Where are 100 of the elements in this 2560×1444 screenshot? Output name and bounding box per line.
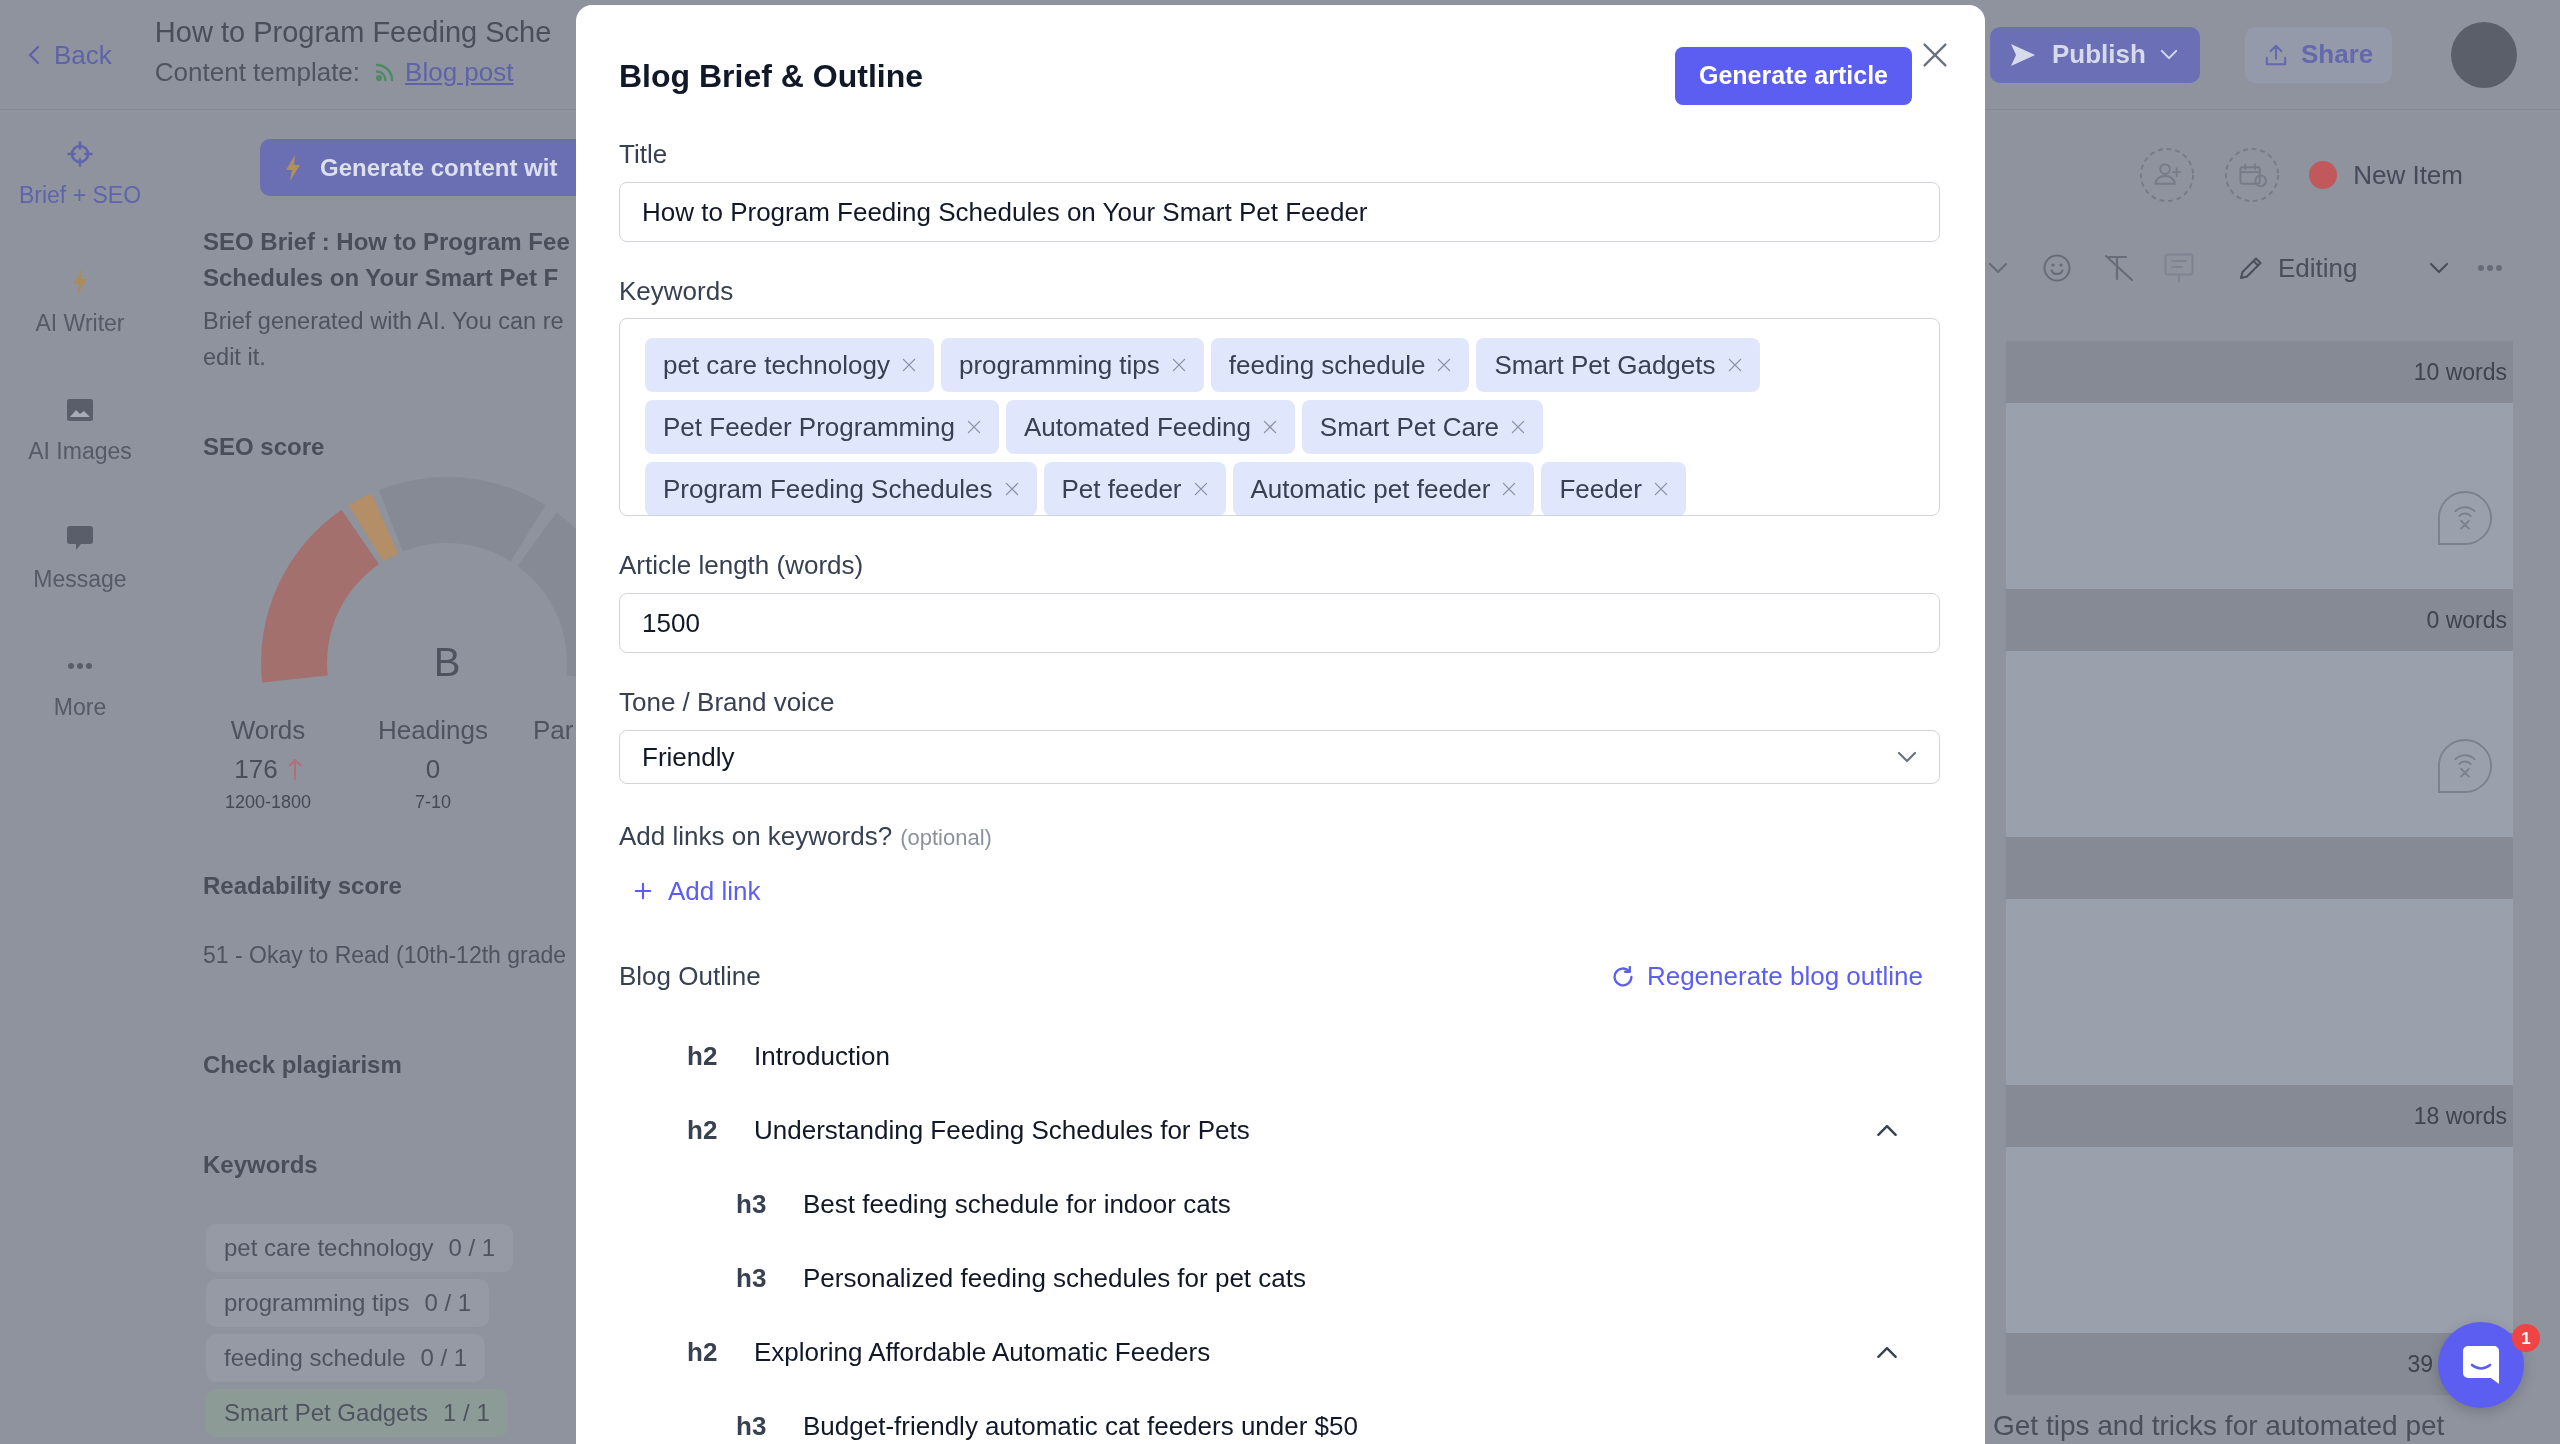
upload-icon	[2265, 43, 2287, 66]
refresh-icon	[1612, 965, 1633, 987]
close-icon[interactable]	[1437, 358, 1452, 372]
section-heading: SEO score	[203, 432, 325, 462]
keyword-input[interactable]: pet care technology programming tips feeding schedule Smart Pet Gadgets Pet Feeder Programming Automated Feeding Smart Pet Care Program Feeding Schedules Pet feeder Automatic pet feeder Feeder	[619, 318, 1940, 516]
chevron-up-icon[interactable]	[1876, 1345, 1898, 1359]
chevron-down-icon	[2428, 262, 2449, 274]
lightning-icon	[72, 269, 88, 295]
document-title: How to Program Feeding Sche	[154, 15, 552, 50]
keyword-tag[interactable]: Pet feeder	[1043, 462, 1226, 515]
smiley-icon[interactable]	[2043, 254, 2071, 282]
keyword-tag[interactable]: Smart Pet Care	[1301, 400, 1543, 454]
close-icon[interactable]	[966, 420, 981, 434]
field-label: Article length (words)	[619, 549, 864, 581]
keyword-count: 0 / 1	[448, 1233, 496, 1263]
ellipsis-icon	[68, 663, 92, 669]
close-icon[interactable]	[1727, 358, 1742, 372]
chat-icon	[2463, 1346, 2499, 1384]
keyword-tag[interactable]: Program Feeding Schedules	[645, 462, 1037, 515]
stat-value: 0	[425, 753, 441, 786]
close-icon[interactable]	[1502, 482, 1517, 496]
chevron-down-icon	[1897, 751, 1917, 763]
optional-hint: (optional)	[900, 824, 992, 852]
keyword-term: Smart Pet Gadgets	[224, 1398, 429, 1428]
section-heading: Check plagiarism	[203, 1050, 402, 1080]
add-link-button[interactable]: Add link	[634, 875, 761, 907]
send-icon	[2010, 42, 2036, 67]
keyword-tag[interactable]: Feeder	[1541, 462, 1686, 515]
word-count: 10 words	[2413, 357, 2507, 387]
stat-range: 1200-1800	[224, 791, 312, 814]
pencil-icon	[2238, 255, 2264, 281]
regenerate-link[interactable]: Regenerate blog outline	[1612, 960, 1923, 992]
comment-bubble-icon[interactable]	[2437, 490, 2493, 546]
status-dot	[2309, 161, 2338, 189]
keyword-tag[interactable]: Pet Feeder Programming	[645, 400, 999, 454]
keyword-tag[interactable]: Automatic pet feeder	[1232, 462, 1535, 515]
heading-level: h2	[687, 1336, 719, 1368]
chevron-up-icon[interactable]	[1876, 1123, 1898, 1137]
heading-level: h3	[736, 1188, 768, 1220]
heading-level: h2	[687, 1040, 719, 1072]
close-icon[interactable]	[1171, 358, 1186, 372]
item-name: New Item	[2353, 158, 2463, 192]
gauge-marker	[348, 493, 399, 562]
brief-note: Brief generated with AI. You can re edit it.	[203, 307, 564, 372]
dialog-title: Blog Brief & Outline	[619, 57, 924, 96]
score-grade: B	[433, 640, 461, 684]
text-field[interactable]: 1500	[619, 593, 1940, 653]
chevron-down-icon[interactable]	[1988, 262, 2008, 274]
close-icon[interactable]	[1004, 482, 1019, 496]
stat-label: Headings	[378, 714, 488, 747]
heading-level: h3	[736, 1410, 768, 1442]
crosshair-icon	[67, 141, 93, 167]
outline-heading: Budget-friendly automatic cat feeders under $50	[803, 1410, 1359, 1442]
word-count: 0 words	[2426, 605, 2507, 635]
section-title: Blog Outline	[619, 959, 761, 993]
notification-badge: 1	[2512, 1324, 2540, 1352]
calendar-icon[interactable]	[2224, 147, 2281, 203]
close-icon[interactable]	[1922, 42, 1948, 68]
keyword-tag[interactable]: feeding schedule	[1210, 338, 1470, 392]
add-user-icon[interactable]	[2139, 147, 2196, 203]
field-label: Title	[619, 138, 668, 170]
section-heading: Keywords	[203, 1150, 318, 1180]
close-icon[interactable]	[1262, 420, 1277, 434]
keyword-tag[interactable]: Automated Feeding	[1005, 400, 1295, 454]
outline-heading: Exploring Affordable Automatic Feeders	[754, 1336, 1212, 1368]
keyword-tag[interactable]: pet care technology	[645, 338, 934, 392]
keyword-term: feeding schedule	[224, 1343, 406, 1373]
keyword-count: 0 / 1	[424, 1288, 472, 1318]
outline-heading: Personalized feeding schedules for pet cats	[803, 1262, 1307, 1294]
close-icon[interactable]	[1193, 482, 1208, 496]
clear-format-icon[interactable]	[2104, 254, 2134, 282]
close-icon[interactable]	[1511, 420, 1525, 434]
keyword-tag[interactable]: Smart Pet Gadgets	[1476, 338, 1760, 392]
speech-bubble-icon	[67, 526, 93, 550]
stat-label: Par	[533, 714, 574, 747]
keyword-term: programming tips	[224, 1288, 410, 1318]
select-field[interactable]: Friendly	[619, 730, 1940, 784]
template-label: Content template:	[154, 56, 361, 89]
chevron-down-icon	[2159, 49, 2178, 60]
section-heading: Readability score	[203, 871, 402, 901]
plus-icon	[634, 882, 652, 900]
text-field[interactable]: How to Program Feeding Schedules on Your Smart Pet Feeder	[619, 182, 1940, 242]
more-icon[interactable]	[2477, 265, 2502, 271]
outline-heading: Best feeding schedule for indoor cats	[803, 1188, 1232, 1220]
close-icon[interactable]	[901, 358, 916, 372]
word-count: 18 words	[2413, 1101, 2507, 1131]
generate-article-button[interactable]: Generate article	[1675, 47, 1912, 105]
stat-range: 7-10	[415, 791, 451, 814]
word-count: 39	[2407, 1349, 2433, 1379]
keyword-tag[interactable]: programming tips	[940, 338, 1204, 392]
brief-title: SEO Brief : How to Program Fee Schedules on Your Smart Pet F	[203, 227, 570, 293]
comment-bubble-icon[interactable]	[2437, 738, 2493, 794]
chevron-left-icon	[28, 44, 40, 65]
rss-icon	[375, 62, 396, 82]
close-icon[interactable]	[1653, 482, 1668, 496]
outline-heading: Introduction	[754, 1040, 891, 1072]
heading-level: h2	[687, 1114, 719, 1146]
keyword-term: pet care technology	[224, 1233, 434, 1263]
paragraph-text: Get tips and tricks for automated pet	[1993, 1409, 2446, 1443]
lightning-icon	[285, 154, 301, 181]
